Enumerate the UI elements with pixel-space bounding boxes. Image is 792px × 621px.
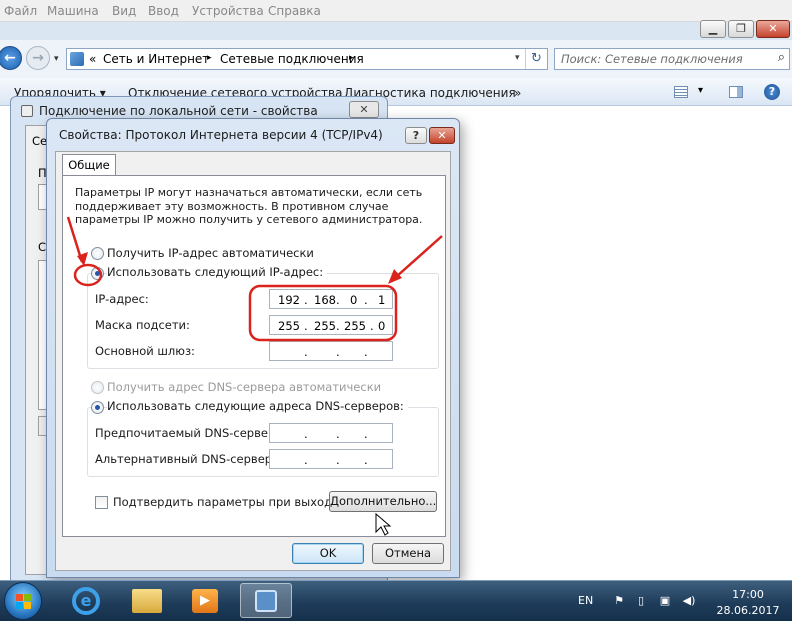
action-center-icon[interactable]: ⚑ <box>612 594 626 608</box>
mouse-cursor-icon <box>375 512 392 536</box>
annotation-arrowhead <box>388 269 402 284</box>
network-tray-icon[interactable]: ▣ <box>658 594 672 608</box>
internet-explorer-icon: e <box>72 587 100 615</box>
taskbar-network-connections[interactable] <box>240 583 292 618</box>
folder-icon <box>132 589 162 613</box>
language-indicator[interactable]: EN <box>578 594 593 607</box>
clock-time[interactable]: 17:00 <box>728 588 768 601</box>
start-button-icon[interactable] <box>4 582 42 620</box>
network-connections-icon <box>255 590 277 612</box>
taskbar-explorer[interactable] <box>120 583 172 618</box>
volume-icon[interactable]: ◀) <box>682 594 696 608</box>
annotation-circle <box>73 263 103 287</box>
usb-device-icon[interactable]: ▯ <box>634 594 648 608</box>
taskbar-media-player[interactable]: ▶ <box>180 583 232 618</box>
clock-date[interactable]: 28.06.2017 <box>713 604 783 617</box>
media-player-icon: ▶ <box>192 589 218 613</box>
annotation-arrow-line <box>395 235 443 278</box>
annotation-overlay <box>66 216 443 536</box>
taskbar-internet-explorer[interactable]: e <box>60 583 112 618</box>
taskbar <box>0 580 792 621</box>
annotation-rounded-rect <box>248 284 398 342</box>
